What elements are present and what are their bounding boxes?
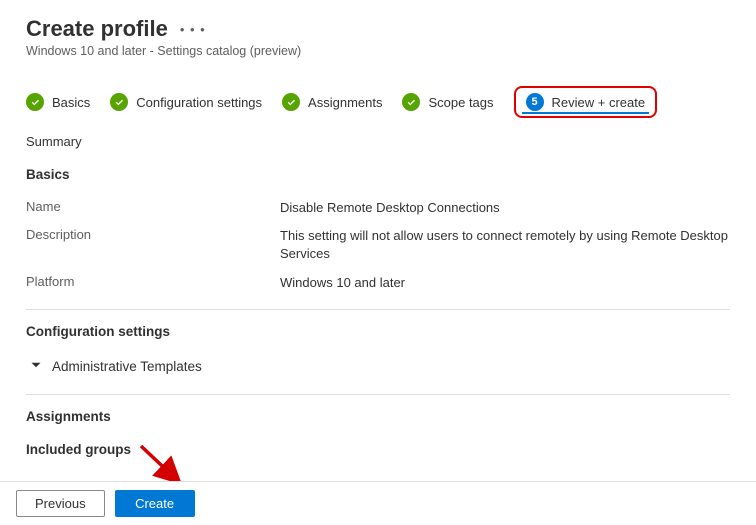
basics-title: Basics bbox=[26, 167, 730, 182]
step-label: Scope tags bbox=[428, 95, 493, 110]
chevron-down-icon bbox=[30, 359, 42, 374]
content: Summary Basics Name Disable Remote Deskt… bbox=[0, 134, 756, 457]
desc-val: This setting will not allow users to con… bbox=[280, 227, 730, 263]
page-subtitle: Windows 10 and later - Settings catalog … bbox=[26, 44, 730, 58]
step-label: Review + create bbox=[552, 95, 646, 110]
step-label: Basics bbox=[52, 95, 90, 110]
divider bbox=[26, 309, 730, 310]
check-icon bbox=[402, 93, 420, 111]
desc-key: Description bbox=[26, 227, 280, 263]
platform-key: Platform bbox=[26, 274, 280, 292]
row-platform: Platform Windows 10 and later bbox=[26, 269, 730, 297]
check-icon bbox=[282, 93, 300, 111]
divider bbox=[26, 394, 730, 395]
expander-admin-templates[interactable]: Administrative Templates bbox=[26, 351, 730, 382]
step-basics[interactable]: Basics bbox=[26, 93, 90, 111]
expander-label: Administrative Templates bbox=[52, 359, 202, 374]
step-scope[interactable]: Scope tags bbox=[402, 93, 493, 111]
step-number-icon: 5 bbox=[526, 93, 544, 111]
page-header: Create profile • • • Windows 10 and late… bbox=[0, 0, 756, 64]
check-icon bbox=[26, 93, 44, 111]
page-title: Create profile bbox=[26, 16, 168, 42]
previous-button[interactable]: Previous bbox=[16, 490, 105, 517]
step-assignments[interactable]: Assignments bbox=[282, 93, 382, 111]
step-review[interactable]: 5 Review + create bbox=[514, 86, 658, 118]
included-groups-title: Included groups bbox=[26, 442, 730, 457]
config-title: Configuration settings bbox=[26, 324, 730, 339]
create-button[interactable]: Create bbox=[115, 490, 195, 517]
step-label: Configuration settings bbox=[136, 95, 262, 110]
name-val: Disable Remote Desktop Connections bbox=[280, 199, 730, 217]
step-label: Assignments bbox=[308, 95, 382, 110]
more-icon[interactable]: • • • bbox=[180, 22, 206, 37]
row-name: Name Disable Remote Desktop Connections bbox=[26, 194, 730, 222]
wizard-steps: Basics Configuration settings Assignment… bbox=[0, 64, 756, 130]
name-key: Name bbox=[26, 199, 280, 217]
footer-actions: Previous Create bbox=[0, 481, 756, 525]
row-description: Description This setting will not allow … bbox=[26, 222, 730, 268]
platform-val: Windows 10 and later bbox=[280, 274, 730, 292]
assignments-title: Assignments bbox=[26, 409, 730, 424]
step-config[interactable]: Configuration settings bbox=[110, 93, 262, 111]
summary-label: Summary bbox=[26, 134, 730, 149]
check-icon bbox=[110, 93, 128, 111]
